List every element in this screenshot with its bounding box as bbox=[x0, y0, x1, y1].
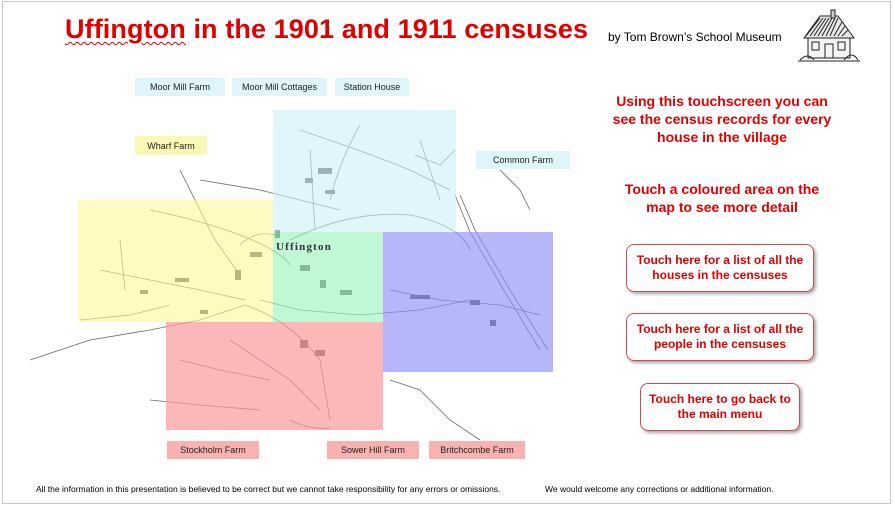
moor-mill-farm-label[interactable]: Moor Mill Farm bbox=[135, 78, 225, 96]
houses-list-button[interactable]: Touch here for a list of all the houses … bbox=[626, 244, 814, 292]
map-area-north[interactable] bbox=[273, 110, 456, 232]
footer-corrections: We would welcome any corrections or addi… bbox=[545, 484, 774, 494]
stockholm-farm-label[interactable]: Stockholm Farm bbox=[167, 441, 259, 459]
moor-mill-cottages-label[interactable]: Moor Mill Cottages bbox=[232, 78, 327, 96]
map-town-label: Uffington bbox=[276, 241, 332, 253]
people-list-button[interactable]: Touch here for a list of all the people … bbox=[626, 313, 814, 361]
sower-hill-farm-label[interactable]: Sower Hill Farm bbox=[327, 441, 419, 459]
map-area-south[interactable] bbox=[166, 322, 383, 430]
wharf-farm-label[interactable]: Wharf Farm bbox=[135, 136, 207, 155]
britchcombe-farm-label[interactable]: Britchcombe Farm bbox=[429, 441, 525, 459]
main-menu-button[interactable]: Touch here to go back to the main menu bbox=[640, 383, 800, 431]
touch-area-instructions: Touch a coloured area on the map to see … bbox=[624, 181, 820, 215]
station-house-label[interactable]: Station House bbox=[335, 78, 409, 96]
common-farm-label[interactable]: Common Farm bbox=[476, 151, 570, 169]
footer-disclaimer: All the information in this presentation… bbox=[36, 484, 501, 494]
map-area-east[interactable] bbox=[383, 232, 553, 372]
intro-instructions: Using this touchscreen you can see the c… bbox=[612, 93, 832, 145]
map-area-west[interactable] bbox=[78, 200, 273, 322]
